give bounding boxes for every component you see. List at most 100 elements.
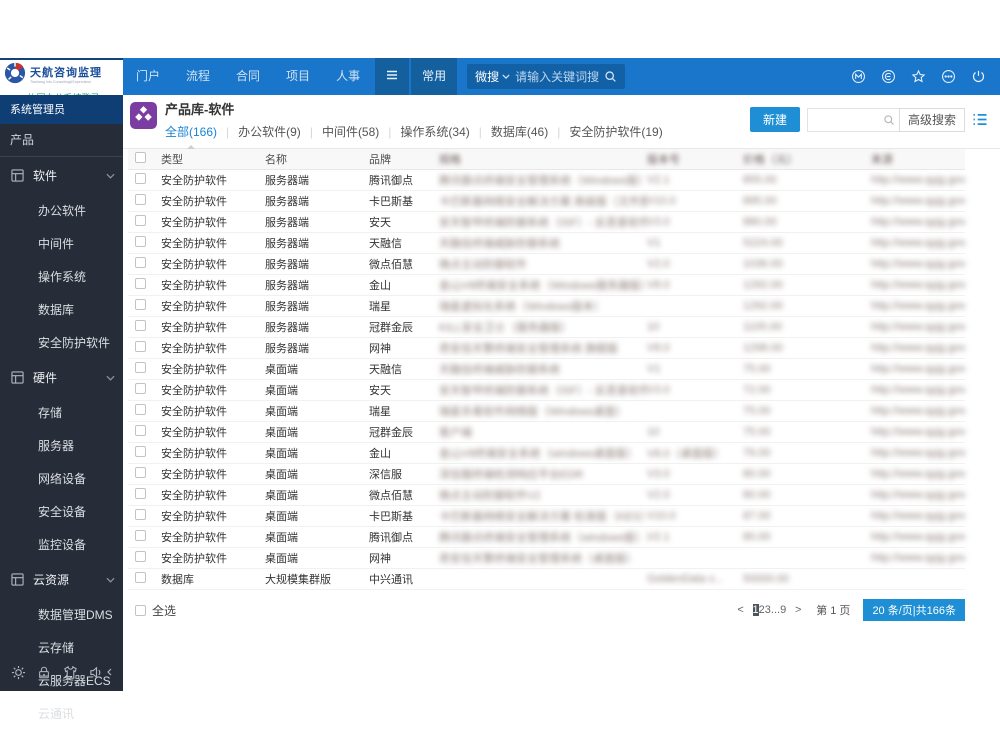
global-search[interactable]: 微搜 请输入关键词搜 [467, 64, 626, 89]
table-row[interactable]: 安全防护软件 服务器端 天融信 天融信终端威胁防御系统 V1 5224.00 http://… [128, 233, 965, 254]
sidebar-item-数据库[interactable]: 数据库 [0, 293, 123, 326]
table-row[interactable]: 安全防护软件 桌面端 网神 奇安信天擎终端安全管理系统（桌面版） http://www.… [128, 548, 965, 569]
table-row[interactable]: 安全防护软件 桌面端 深信服 深信服终端检测响应平台EDR V3.0 80.00 http:… [128, 464, 965, 485]
row-checkbox[interactable] [135, 362, 146, 373]
cell-brand: 中兴通讯 [369, 574, 413, 586]
row-checkbox[interactable] [135, 257, 146, 268]
logout-power-icon[interactable] [971, 69, 986, 84]
table-search-icon[interactable] [878, 107, 899, 132]
message-icon[interactable] [851, 69, 866, 84]
sidebar-item-安全设备[interactable]: 安全设备 [0, 495, 123, 528]
page-size-badge[interactable]: 20 条/页|共166条 [863, 599, 965, 621]
theme-shirt-icon[interactable] [63, 665, 78, 680]
table-row[interactable]: 安全防护软件 服务器端 卡巴斯基 卡巴斯基网络安全解决方案 高级版（文件服务器防护KE… [128, 191, 965, 212]
cell-type: 安全防护软件 [161, 511, 227, 523]
row-checkbox[interactable] [135, 467, 146, 478]
table-search-input[interactable] [806, 107, 879, 132]
table-row[interactable]: 安全防护软件 服务器端 金山 金山V8终端安全系统（Windows服务器版） V8.0 1… [128, 275, 965, 296]
more-options-icon[interactable] [941, 69, 956, 84]
sidebar-group-软件[interactable]: 软件 [0, 157, 123, 194]
sidebar-item-中间件[interactable]: 中间件 [0, 227, 123, 260]
table-row[interactable]: 安全防护软件 桌面端 腾讯御点 腾讯御点终端安全管理系统（windows版）/ V2.… [128, 527, 965, 548]
nav-item-项目[interactable]: 项目 [273, 69, 323, 83]
row-checkbox[interactable] [135, 383, 146, 394]
table-row[interactable]: 安全防护软件 服务器端 网神 奇安信天擎终端安全管理系统 旗舰版 V8.0 1298.00… [128, 338, 965, 359]
feedback-icon[interactable] [881, 69, 896, 84]
row-checkbox[interactable] [135, 551, 146, 562]
table-row[interactable]: 安全防护软件 桌面端 微点佰慧 微点主动防御软件V2 V2.0 80.00 http://w… [128, 485, 965, 506]
lock-icon[interactable] [37, 665, 51, 680]
search-icon[interactable] [604, 70, 617, 83]
row-checkbox[interactable] [135, 215, 146, 226]
sidebar-item-监控设备[interactable]: 监控设备 [0, 528, 123, 561]
cell-brand: 卡巴斯基 [369, 511, 413, 523]
select-all[interactable]: 全选 [128, 602, 176, 619]
row-checkbox[interactable] [135, 173, 146, 184]
sidebar-section-product[interactable]: 产品 [0, 124, 123, 157]
tab-安全防护软件(19)[interactable]: 安全防护软件(19) [569, 123, 662, 140]
tab-全部(166)[interactable]: 全部(166) [165, 123, 217, 149]
row-checkbox-cell [135, 299, 161, 313]
table-row[interactable]: 安全防护软件 服务器端 瑞星 瑞星虚拟化系统（Windows版本） 1292.00 htt… [128, 296, 965, 317]
sidebar-item-存储[interactable]: 存储 [0, 396, 123, 429]
row-checkbox[interactable] [135, 278, 146, 289]
sidebar-item-数据管理DMS[interactable]: 数据管理DMS [0, 598, 123, 631]
row-checkbox[interactable] [135, 530, 146, 541]
page-button-9[interactable]: 9 [780, 604, 786, 616]
list-view-icon[interactable] [972, 113, 988, 126]
nav-item-合同[interactable]: 合同 [223, 69, 273, 83]
row-checkbox[interactable] [135, 320, 146, 331]
table-row[interactable]: 安全防护软件 桌面端 安天 安天智甲终端防御系统（ISF）- 反恶意软件防护V3.0 7… [128, 380, 965, 401]
row-checkbox[interactable] [135, 341, 146, 352]
sidebar-group-硬件[interactable]: 硬件 [0, 359, 123, 396]
row-checkbox[interactable] [135, 404, 146, 415]
row-checkbox[interactable] [135, 425, 146, 436]
table-row[interactable]: 安全防护软件 服务器端 微点佰慧 微点主动防御软件 V2.0 1036.00 http://… [128, 254, 965, 275]
next-page-button[interactable]: > [789, 601, 807, 619]
sidebar-item-安全防护软件[interactable]: 安全防护软件 [0, 326, 123, 359]
table-row[interactable]: 安全防护软件 服务器端 腾讯御点 腾讯御点终端安全管理系统（Windows版） V2.1… [128, 170, 965, 191]
table-row[interactable]: 安全防护软件 服务器端 安天 安天智甲终端防御系统（ISF）- 反恶意软件防护V3.0… [128, 212, 965, 233]
nav-menu-button[interactable] [375, 58, 410, 95]
table-row[interactable]: 数据库 大规模集群版 中兴通讯 GoldenData v... 50000.00 [128, 569, 965, 590]
sidebar-item-云通讯[interactable]: 云通讯 [0, 697, 123, 730]
row-checkbox[interactable] [135, 236, 146, 247]
nav-item-pinned[interactable]: 常用 [411, 58, 458, 95]
tab-中间件(58)[interactable]: 中间件(58) [322, 123, 379, 140]
search-scope-dropdown[interactable]: 微搜 [475, 68, 510, 85]
row-checkbox[interactable] [135, 488, 146, 499]
table-row[interactable]: 安全防护软件 桌面端 金山 金山V8终端安全系统（windows桌面版） V8.0（桌面… [128, 443, 965, 464]
sidebar-item-操作系统[interactable]: 操作系统 [0, 260, 123, 293]
nav-item-人事[interactable]: 人事 [323, 69, 373, 83]
tab-操作系统(34)[interactable]: 操作系统(34) [400, 123, 469, 140]
sidebar-item-服务器[interactable]: 服务器 [0, 429, 123, 462]
nav-item-门户[interactable]: 门户 [123, 69, 173, 83]
sidebar-item-网络设备[interactable]: 网络设备 [0, 462, 123, 495]
table-row[interactable]: 安全防护软件 服务器端 冠群金辰 KILL安全卫士（服务器版） 10 1105.00 htt… [128, 317, 965, 338]
sidebar-item-办公软件[interactable]: 办公软件 [0, 194, 123, 227]
logo-area: 天航咨询监理 Tianhang Info Consulting&Supervis… [0, 58, 123, 103]
table-row[interactable]: 安全防护软件 桌面端 卡巴斯基 卡巴斯基网络安全解决方案 标准版（KES） - KS.… [128, 506, 965, 527]
collapse-chevron-icon[interactable] [106, 668, 112, 676]
row-checkbox[interactable] [135, 446, 146, 457]
tab-数据库(46)[interactable]: 数据库(46) [491, 123, 548, 140]
tab-办公软件(9)[interactable]: 办公软件(9) [238, 123, 301, 140]
table-row[interactable]: 安全防护软件 桌面端 瑞星 瑞星杀毒软件网络版（Windows桌面） 75.00 http… [128, 401, 965, 422]
advanced-search-button[interactable]: 高级搜索 [898, 107, 965, 132]
favorites-star-icon[interactable] [911, 69, 926, 84]
search-input[interactable]: 请输入关键词搜 [515, 68, 599, 85]
sound-speaker-icon[interactable] [89, 665, 112, 680]
table-row[interactable]: 安全防护软件 桌面端 冠群金辰 客户端 10 75.00 http://www.qyjg.g… [128, 422, 965, 443]
row-checkbox[interactable] [135, 299, 146, 310]
header-checkbox[interactable] [135, 152, 146, 163]
settings-gear-icon[interactable] [11, 665, 26, 680]
row-checkbox[interactable] [135, 572, 146, 583]
row-checkbox[interactable] [135, 194, 146, 205]
row-checkbox[interactable] [135, 509, 146, 520]
sidebar-group-云资源[interactable]: 云资源 [0, 561, 123, 598]
new-button[interactable]: 新建 [749, 107, 800, 132]
select-all-checkbox[interactable] [135, 604, 146, 616]
table-row[interactable]: 安全防护软件 桌面端 天融信 天融信终端威胁防御系统 V1 75.00 http://www… [128, 359, 965, 380]
prev-page-button[interactable]: < [732, 601, 750, 619]
nav-item-流程[interactable]: 流程 [173, 69, 223, 83]
